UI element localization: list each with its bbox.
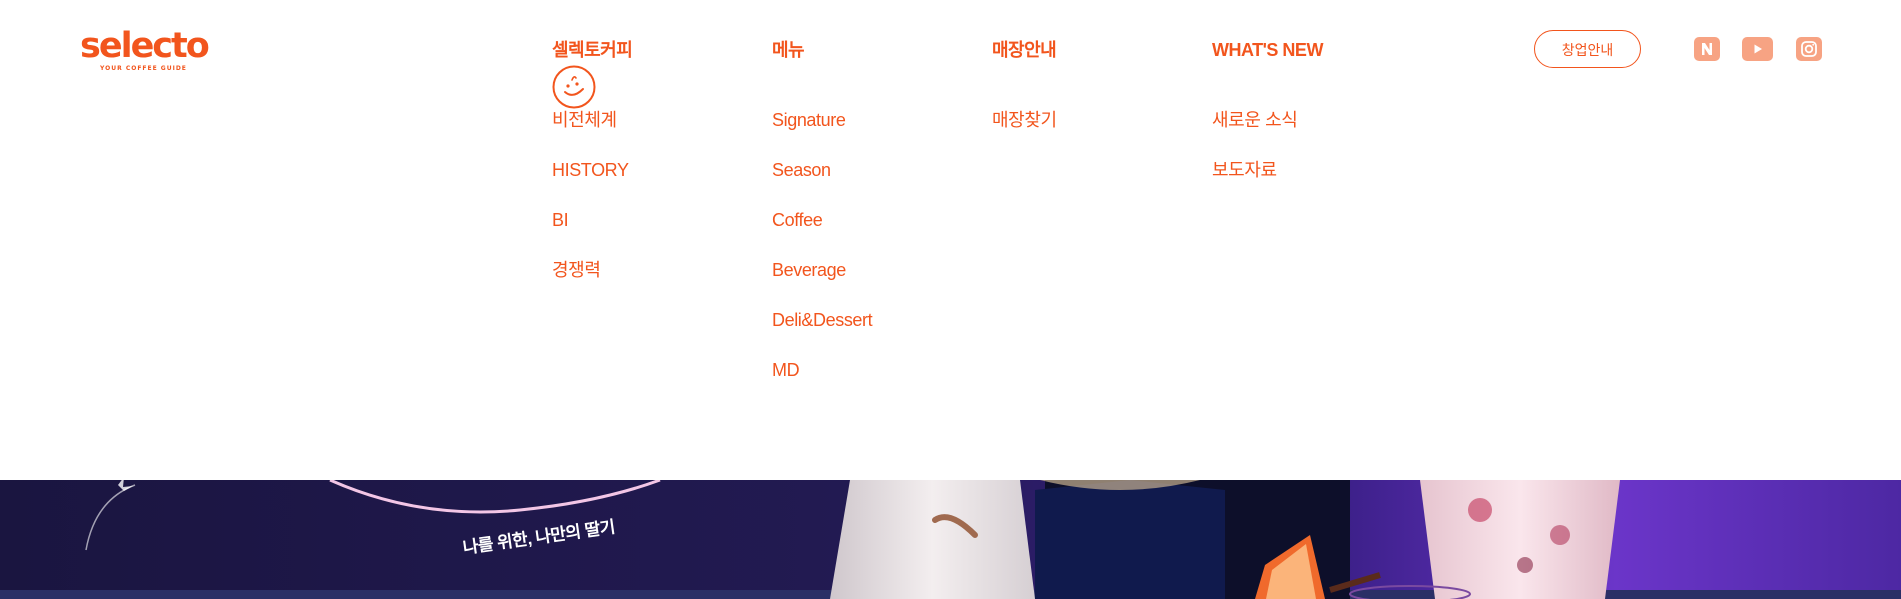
nav-menu[interactable]: 메뉴 [772, 38, 872, 62]
nav-column-stores: 매장안내 매장찾기 [992, 38, 1057, 158]
nav-whats-new[interactable]: WHAT'S NEW [1212, 38, 1323, 62]
logo-wordmark: selecto [80, 26, 210, 66]
submenu-press[interactable]: 보도자료 [1212, 158, 1323, 208]
submenu-store-finder[interactable]: 매장찾기 [992, 108, 1057, 158]
youtube-icon[interactable] [1742, 37, 1773, 61]
submenu-deli-dessert[interactable]: Deli&Dessert [772, 308, 873, 358]
submenu-signature[interactable]: Signature [772, 108, 872, 158]
submenu-md[interactable]: MD [772, 358, 872, 408]
selecto-logo[interactable]: selecto YOUR COFFEE GUIDE [80, 26, 210, 72]
nav-selecto-coffee[interactable]: 셀렉토커피 [552, 38, 633, 62]
submenu-vision[interactable]: 비전체계 [552, 108, 632, 158]
submenu-competitiveness[interactable]: 경쟁력 [552, 258, 632, 308]
nav-column-menu: 메뉴 Signature Season Coffee Beverage Deli… [772, 38, 873, 408]
logo-tagline: YOUR COFFEE GUIDE [100, 65, 187, 72]
submenu-news[interactable]: 새로운 소식 [1212, 108, 1323, 158]
instagram-icon[interactable] [1796, 37, 1822, 61]
nav-column-whats-new: WHAT'S NEW 새로운 소식 보도자료 [1212, 38, 1323, 208]
nav-stores[interactable]: 매장안내 [992, 38, 1057, 62]
submenu-beverage[interactable]: Beverage [772, 258, 872, 308]
smiley-mascot-icon [552, 65, 596, 109]
hero-banner-image [0, 480, 1901, 599]
naver-blog-icon[interactable] [1694, 37, 1720, 61]
submenu-season[interactable]: Season [772, 158, 872, 208]
franchise-info-button[interactable]: 창업안내 [1534, 30, 1641, 68]
hero-banner[interactable] [0, 480, 1901, 599]
submenu-history[interactable]: HISTORY [552, 158, 632, 208]
submenu-bi[interactable]: BI [552, 208, 632, 258]
site-header: selecto YOUR COFFEE GUIDE 셀렉토커피 비전체계 HIS… [0, 0, 1901, 480]
submenu-coffee[interactable]: Coffee [772, 208, 872, 258]
